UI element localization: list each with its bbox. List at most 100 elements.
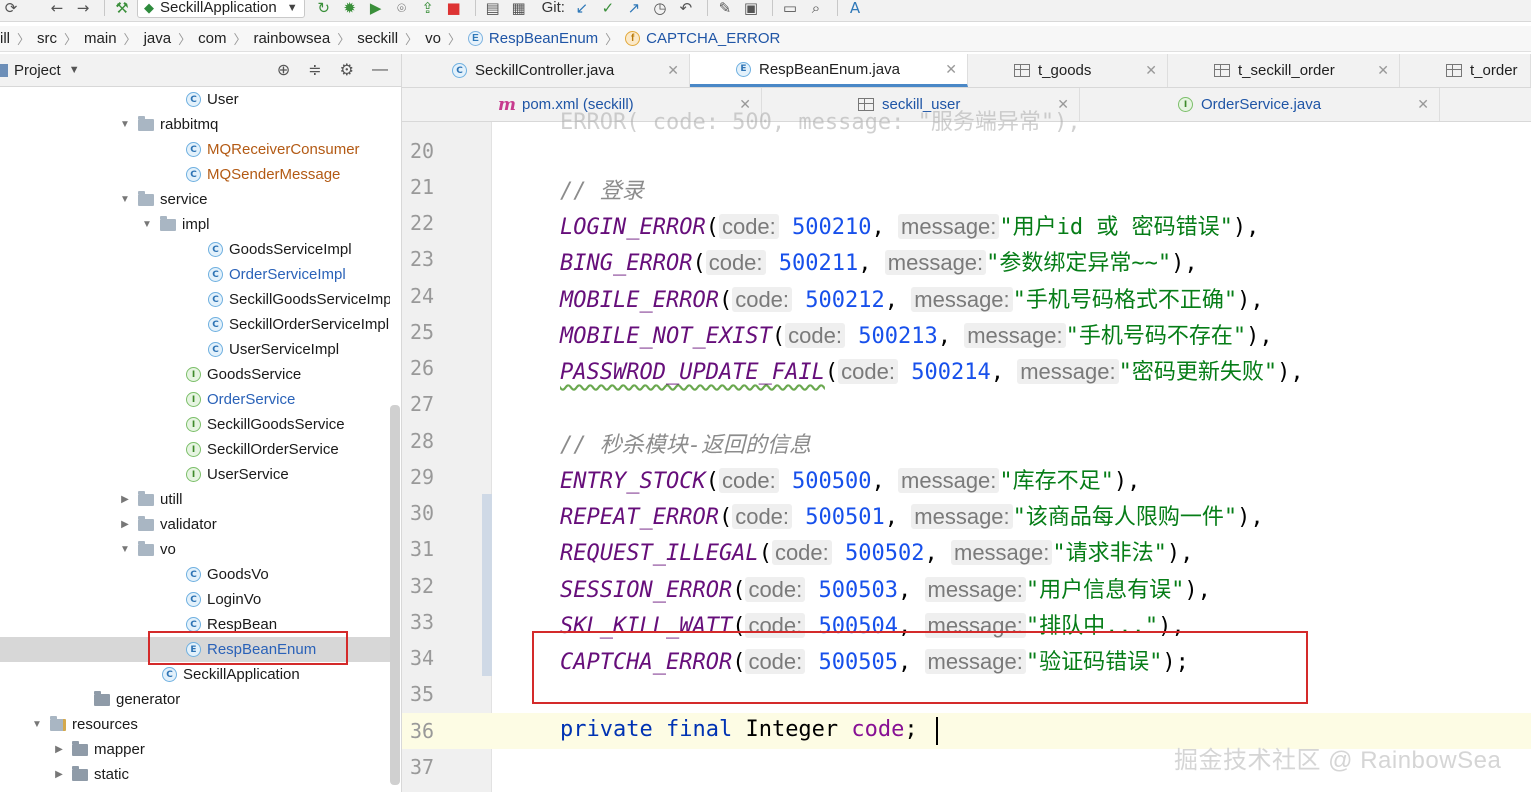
editor-tab[interactable]: t_goods ✕ bbox=[968, 54, 1168, 87]
close-icon[interactable]: ✕ bbox=[945, 61, 957, 78]
breadcrumb-item[interactable]: seckill bbox=[357, 30, 398, 47]
close-icon[interactable]: ✕ bbox=[667, 62, 679, 79]
code-line[interactable]: LOGIN_ERROR(code: 500210, message: "用户id … bbox=[560, 209, 1259, 241]
tree-file[interactable]: I UserService bbox=[0, 462, 390, 487]
vcs-change-marker[interactable] bbox=[482, 494, 492, 676]
debug-icon[interactable]: ✹ bbox=[339, 0, 361, 18]
tree-file[interactable]: C GoodsServiceImpl bbox=[0, 237, 390, 262]
editor-tab[interactable]: I OrderService.java ✕ bbox=[1080, 88, 1440, 121]
tree-file[interactable]: I SeckillGoodsService bbox=[0, 412, 390, 437]
tree-folder[interactable]: ▶ utill bbox=[0, 487, 390, 512]
tree-file[interactable]: C UserServiceImpl bbox=[0, 337, 390, 362]
project-structure-icon[interactable]: ▤ bbox=[482, 0, 504, 18]
tree-file[interactable]: C SeckillApplication bbox=[0, 662, 390, 687]
tree-folder[interactable]: ▼ resources bbox=[0, 712, 390, 737]
project-view-selector[interactable]: Project bbox=[14, 62, 61, 79]
code-line[interactable]: SESSION_ERROR(code: 500503, message: "用户信… bbox=[560, 572, 1211, 604]
attach-icon[interactable]: ⇪ bbox=[417, 0, 439, 18]
build-hammer-icon[interactable]: ⚒ bbox=[111, 0, 133, 18]
breadcrumb-item[interactable]: main bbox=[84, 30, 117, 47]
code-line[interactable]: CAPTCHA_ERROR(code: 500505, message: "验证码… bbox=[560, 644, 1189, 676]
tree-scrollbar[interactable] bbox=[390, 405, 400, 785]
history-icon[interactable]: ◷ bbox=[649, 0, 671, 18]
code-line[interactable]: ENTRY_STOCK(code: 500500, message: "库存不足"… bbox=[560, 463, 1140, 495]
breadcrumb-item[interactable]: vo bbox=[425, 30, 441, 47]
breadcrumb-item[interactable]: java bbox=[144, 30, 172, 47]
expand-arrow-right-icon[interactable]: ▶ bbox=[118, 494, 132, 505]
coverage-icon[interactable]: ▶ bbox=[365, 0, 387, 18]
tree-file[interactable]: C MQSenderMessage bbox=[0, 162, 390, 187]
tree-file[interactable]: C MQReceiverConsumer bbox=[0, 137, 390, 162]
git-push-icon[interactable]: ↗ bbox=[623, 0, 645, 18]
code-line[interactable]: BING_ERROR(code: 500211, message: "参数绑定异常… bbox=[560, 245, 1198, 277]
search-icon[interactable]: ⌕ bbox=[805, 0, 827, 18]
git-update-icon[interactable]: ↙ bbox=[571, 0, 593, 18]
hide-panel-icon[interactable]: — bbox=[372, 61, 388, 79]
tree-folder[interactable]: generator bbox=[0, 687, 390, 712]
tree-folder[interactable]: ▼ service bbox=[0, 187, 390, 212]
expand-arrow-down-icon[interactable]: ▼ bbox=[30, 719, 44, 730]
editor-tab[interactable]: t_seckill_order ✕ bbox=[1168, 54, 1400, 87]
rollback-icon[interactable]: ↶ bbox=[675, 0, 697, 18]
code-line[interactable]: // 登录 bbox=[560, 173, 644, 205]
chevron-down-icon[interactable]: ▼ bbox=[69, 64, 80, 76]
tree-folder[interactable]: ▼ rabbitmq bbox=[0, 112, 390, 137]
expand-arrow-down-icon[interactable]: ▼ bbox=[118, 194, 132, 205]
presentation-icon[interactable]: ▭ bbox=[779, 0, 801, 18]
breadcrumb-item[interactable]: com bbox=[198, 30, 226, 47]
tree-file[interactable]: I OrderService bbox=[0, 387, 390, 412]
expand-arrow-right-icon[interactable]: ▶ bbox=[118, 519, 132, 530]
close-icon[interactable]: ✕ bbox=[1377, 62, 1389, 79]
close-icon[interactable]: ✕ bbox=[1417, 96, 1429, 113]
sync-icon[interactable]: ⟳ bbox=[0, 0, 22, 18]
code-line[interactable]: PASSWROD_UPDATE_FAIL(code: 500214, messa… bbox=[560, 354, 1304, 386]
editor-tab[interactable]: t_order bbox=[1400, 54, 1531, 87]
editor-tab[interactable]: C SeckillController.java ✕ bbox=[402, 54, 690, 87]
tree-file[interactable]: C User bbox=[0, 87, 390, 112]
run-config-selector[interactable]: ◆ SeckillApplication ▼ bbox=[137, 0, 305, 18]
editor-tab[interactable]: E RespBeanEnum.java ✕ bbox=[690, 54, 968, 87]
back-icon[interactable]: ← bbox=[46, 0, 68, 18]
breadcrumb-item-field[interactable]: f CAPTCHA_ERROR bbox=[625, 30, 780, 47]
breadcrumb-item[interactable]: rainbowsea bbox=[253, 30, 330, 47]
forward-icon[interactable]: → bbox=[72, 0, 94, 18]
code-line[interactable]: REPEAT_ERROR(code: 500501, message: "该商品每… bbox=[560, 499, 1264, 531]
sdk-icon[interactable]: ▦ bbox=[508, 0, 530, 18]
tree-file[interactable]: C SeckillGoodsServiceImpl bbox=[0, 287, 390, 312]
tree-file[interactable]: I SeckillOrderService bbox=[0, 437, 390, 462]
rerun-icon[interactable]: ↻ bbox=[313, 0, 335, 18]
collapse-all-icon[interactable]: ≑ bbox=[308, 60, 321, 80]
structure-icon[interactable]: ▣ bbox=[740, 0, 762, 18]
code-line[interactable]: MOBILE_ERROR(code: 500212, message: "手机号码… bbox=[560, 282, 1264, 314]
stop-icon[interactable]: ■ bbox=[443, 0, 465, 18]
close-icon[interactable]: ✕ bbox=[1145, 62, 1157, 79]
expand-arrow-down-icon[interactable]: ▼ bbox=[140, 219, 154, 230]
code-line[interactable]: REQUEST_ILLEGAL(code: 500502, message: "请… bbox=[560, 535, 1193, 567]
expand-arrow-down-icon[interactable]: ▼ bbox=[118, 544, 132, 555]
tree-file[interactable]: C OrderServiceImpl bbox=[0, 262, 390, 287]
tree-file[interactable]: C GoodsVo bbox=[0, 562, 390, 587]
settings-wrench-icon[interactable]: ✎ bbox=[714, 0, 736, 18]
git-commit-icon[interactable]: ✓ bbox=[597, 0, 619, 18]
tree-folder[interactable]: ▶ validator bbox=[0, 512, 390, 537]
translate-icon[interactable]: A bbox=[844, 0, 866, 18]
breadcrumb-item[interactable]: ill bbox=[0, 30, 10, 47]
tree-folder[interactable]: ▼ vo bbox=[0, 537, 390, 562]
code-line[interactable]: // 秒杀模块-返回的信息 bbox=[560, 427, 811, 459]
tree-file[interactable]: C SeckillOrderServiceImpl bbox=[0, 312, 390, 337]
expand-arrow-right-icon[interactable]: ▶ bbox=[52, 769, 66, 780]
profile-icon[interactable]: ⌾ bbox=[391, 0, 413, 18]
tree-file[interactable]: C LoginVo bbox=[0, 587, 390, 612]
gear-icon[interactable]: ⚙ bbox=[340, 60, 354, 80]
tree-file[interactable]: C RespBean bbox=[0, 612, 390, 637]
tree-folder[interactable]: ▶ mapper bbox=[0, 737, 390, 762]
breadcrumb-item-enum[interactable]: E RespBeanEnum bbox=[467, 30, 598, 47]
tree-folder[interactable]: ▶ static bbox=[0, 762, 390, 787]
tree-folder[interactable]: ▼ impl bbox=[0, 212, 390, 237]
code-line[interactable]: MOBILE_NOT_EXIST(code: 500213, message: "… bbox=[560, 318, 1273, 350]
code-line[interactable]: private final Integer code; bbox=[560, 717, 918, 742]
expand-arrow-down-icon[interactable]: ▼ bbox=[118, 119, 132, 130]
locate-file-icon[interactable]: ⊕ bbox=[277, 60, 290, 80]
expand-arrow-right-icon[interactable]: ▶ bbox=[52, 744, 66, 755]
code-line[interactable]: SKL_KILL_WATT(code: 500504, message: "排队中… bbox=[560, 608, 1185, 640]
